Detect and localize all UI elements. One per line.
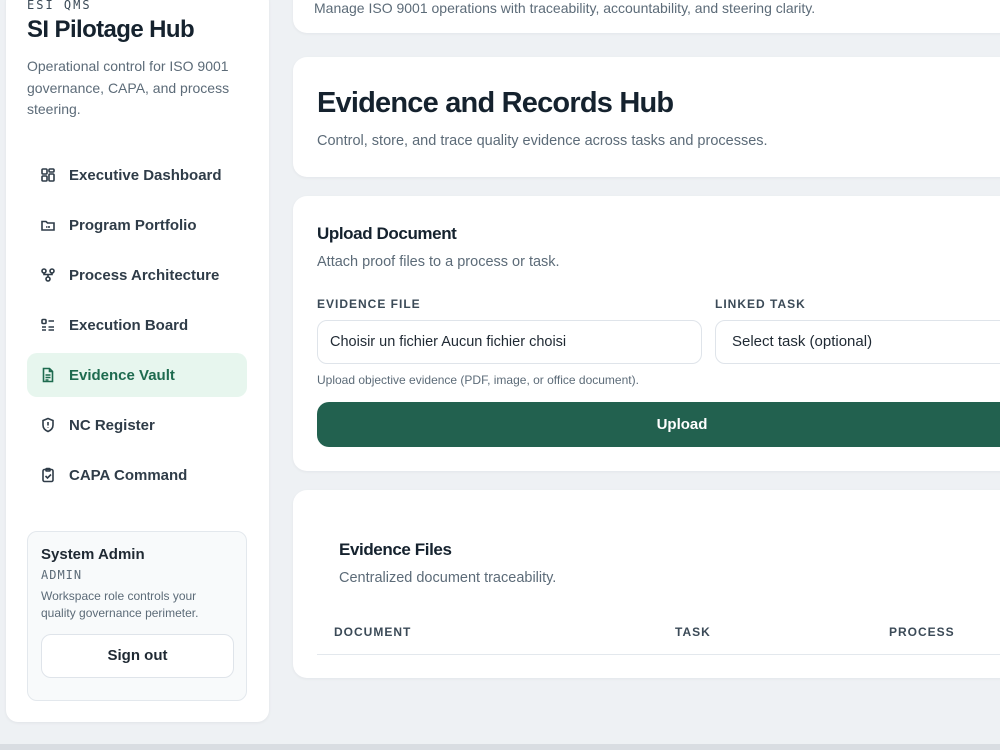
user-role: ADMIN bbox=[41, 568, 83, 582]
user-name: System Admin bbox=[41, 546, 145, 563]
top-banner-text: Manage ISO 9001 operations with traceabi… bbox=[314, 0, 816, 16]
brand-title: SI Pilotage Hub bbox=[27, 16, 195, 43]
sidebar-item-label: Program Portfolio bbox=[69, 216, 197, 234]
upload-section-subtitle: Attach proof files to a process or task. bbox=[317, 254, 560, 270]
sidebar-item-process-architecture[interactable]: Process Architecture bbox=[27, 253, 247, 297]
shield-icon bbox=[39, 416, 57, 434]
sidebar-item-label: NC Register bbox=[69, 416, 155, 434]
evidence-file-label: EVIDENCE FILE bbox=[317, 297, 421, 311]
sidebar-item-label: Executive Dashboard bbox=[69, 166, 222, 184]
document-icon bbox=[39, 366, 57, 384]
sidebar-item-nc-register[interactable]: NC Register bbox=[27, 403, 247, 447]
window-bottom-edge bbox=[0, 744, 1000, 750]
linked-task-label: LINKED TASK bbox=[715, 297, 806, 311]
evidence-files-subtitle: Centralized document traceability. bbox=[339, 570, 557, 586]
column-header-process[interactable]: PROCESS bbox=[889, 625, 955, 639]
sidebar-item-evidence-vault[interactable]: Evidence Vault bbox=[27, 353, 247, 397]
evidence-file-input[interactable]: Choisir un fichier Aucun fichier choisi bbox=[317, 320, 702, 364]
page-header-card: Evidence and Records Hub Control, store,… bbox=[293, 57, 1000, 177]
folder-icon bbox=[39, 216, 57, 234]
brand-kicker: ESI QMS bbox=[27, 0, 92, 12]
column-header-task[interactable]: TASK bbox=[675, 625, 711, 639]
sidebar-nav: Executive Dashboard Program Portfolio Pr… bbox=[27, 153, 247, 503]
brand-description: Operational control for ISO 9001 governa… bbox=[27, 58, 230, 117]
sidebar-item-label: Execution Board bbox=[69, 316, 189, 334]
page-title: Evidence and Records Hub bbox=[317, 87, 674, 119]
upload-section-title: Upload Document bbox=[317, 224, 457, 243]
column-header-document[interactable]: DOCUMENT bbox=[334, 625, 411, 639]
table-header-divider bbox=[317, 654, 1000, 655]
top-banner-card: Manage ISO 9001 operations with traceabi… bbox=[293, 0, 1000, 33]
upload-document-card: Upload Document Attach proof files to a … bbox=[293, 196, 1000, 471]
sidebar-item-capa-command[interactable]: CAPA Command bbox=[27, 453, 247, 497]
linked-task-select[interactable]: Select task (optional) bbox=[715, 320, 1000, 364]
sidebar-item-label: CAPA Command bbox=[69, 466, 188, 484]
sidebar-item-executive-dashboard[interactable]: Executive Dashboard bbox=[27, 153, 247, 197]
dashboard-icon bbox=[39, 166, 57, 184]
user-card: System Admin ADMIN Workspace role contro… bbox=[27, 531, 247, 701]
sign-out-button[interactable]: Sign out bbox=[41, 634, 234, 678]
user-role-note: Workspace role controls your quality gov… bbox=[41, 589, 199, 620]
upload-hint: Upload objective evidence (PDF, image, o… bbox=[317, 373, 639, 387]
evidence-files-title: Evidence Files bbox=[339, 540, 452, 559]
sidebar-item-label: Evidence Vault bbox=[69, 366, 175, 384]
sidebar: ESI QMS SI Pilotage Hub Operational cont… bbox=[6, 0, 269, 722]
page-subtitle: Control, store, and trace quality eviden… bbox=[317, 133, 768, 149]
sidebar-item-execution-board[interactable]: Execution Board bbox=[27, 303, 247, 347]
evidence-files-card: Evidence Files Centralized document trac… bbox=[293, 490, 1000, 678]
process-icon bbox=[39, 266, 57, 284]
list-icon bbox=[39, 316, 57, 334]
upload-button[interactable]: Upload bbox=[317, 402, 1000, 447]
clipboard-icon bbox=[39, 466, 57, 484]
sidebar-item-program-portfolio[interactable]: Program Portfolio bbox=[27, 203, 247, 247]
sidebar-item-label: Process Architecture bbox=[69, 266, 220, 284]
